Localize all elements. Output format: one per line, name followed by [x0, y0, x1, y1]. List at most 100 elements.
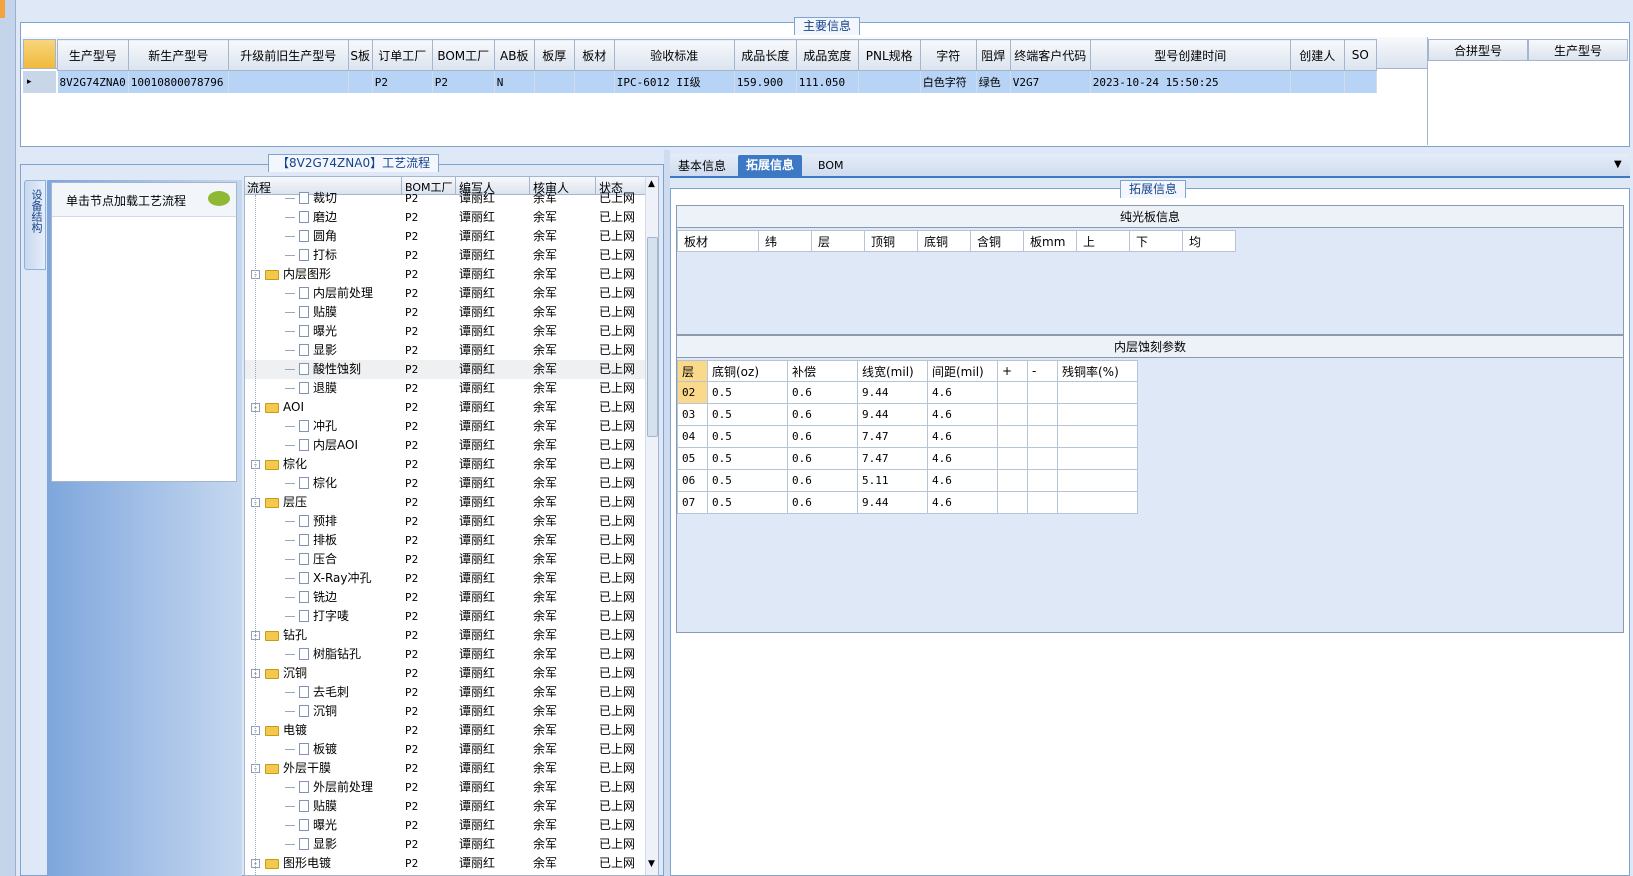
- etch-cell[interactable]: 9.44: [857, 403, 928, 426]
- process-tree-row[interactable]: - 图形电镀 P2 谭丽红 余军 已上网: [245, 854, 645, 873]
- etch-cell[interactable]: 9.44: [857, 491, 928, 514]
- process-tree-row[interactable]: 外层前处理 P2 谭丽红 余军 已上网: [245, 778, 645, 797]
- etch-row[interactable]: 03 0.5 0.6 9.44 4.6: [677, 403, 1138, 426]
- etch-cell[interactable]: 0.6: [787, 447, 858, 470]
- process-tree-row[interactable]: - AOI P2 谭丽红 余军 已上网: [245, 398, 645, 417]
- process-tree-row[interactable]: 贴膜 P2 谭丽红 余军 已上网: [245, 303, 645, 322]
- etch-cell[interactable]: 04: [677, 425, 708, 448]
- process-tree-row[interactable]: 棕化 P2 谭丽红 余军 已上网: [245, 474, 645, 493]
- main-col-header[interactable]: 生产型号: [57, 39, 129, 71]
- process-tree-row[interactable]: 显影 P2 谭丽红 余军 已上网: [245, 341, 645, 360]
- main-col-header[interactable]: 升级前旧生产型号: [227, 39, 349, 71]
- process-tree-row[interactable]: 铣边 P2 谭丽红 余军 已上网: [245, 588, 645, 607]
- tab-extended-info[interactable]: 拓展信息: [738, 155, 803, 177]
- main-col-header[interactable]: 成品长度: [733, 39, 797, 71]
- etch-cell[interactable]: 0.5: [707, 381, 788, 404]
- process-tree-row[interactable]: 圆角 P2 谭丽红 余军 已上网: [245, 227, 645, 246]
- etch-cell[interactable]: 03: [677, 403, 708, 426]
- etch-row[interactable]: 04 0.5 0.6 7.47 4.6: [677, 425, 1138, 448]
- etch-cell[interactable]: [997, 425, 1028, 448]
- process-tree-row[interactable]: - 钻孔 P2 谭丽红 余军 已上网: [245, 626, 645, 645]
- hint-header[interactable]: 单击节点加载工艺流程: [52, 183, 236, 217]
- main-cell[interactable]: [858, 70, 921, 93]
- etch-cell[interactable]: 0.5: [707, 425, 788, 448]
- etch-row[interactable]: 07 0.5 0.6 9.44 4.6: [677, 491, 1138, 514]
- etch-cell[interactable]: [997, 403, 1028, 426]
- main-cell[interactable]: 10010800078796: [128, 70, 229, 93]
- main-cell[interactable]: IPC-6012 II级: [614, 70, 735, 93]
- etch-cell[interactable]: 0.5: [707, 469, 788, 492]
- process-tree-row[interactable]: 显影 P2 谭丽红 余军 已上网: [245, 835, 645, 854]
- main-info-row[interactable]: 8V2G74ZNA0 10010800078796 P2 P2 N IPC-6012 II…: [57, 70, 1377, 93]
- main-cell[interactable]: 111.050: [796, 70, 859, 93]
- etch-cell[interactable]: 0.6: [787, 425, 858, 448]
- etch-cell[interactable]: 0.6: [787, 491, 858, 514]
- etch-cell[interactable]: 06: [677, 469, 708, 492]
- process-tree-row[interactable]: 曝光 P2 谭丽红 余军 已上网: [245, 322, 645, 341]
- tab-bom[interactable]: BOM: [814, 157, 848, 177]
- main-col-header[interactable]: PNL规格: [857, 39, 921, 71]
- main-col-header[interactable]: S板: [347, 39, 373, 71]
- etch-cell[interactable]: 0.6: [787, 381, 858, 404]
- process-tree-row[interactable]: 冲孔 P2 谭丽红 余军 已上网: [245, 417, 645, 436]
- process-tree-row[interactable]: 退膜 P2 谭丽红 余军 已上网: [245, 379, 645, 398]
- etch-cell[interactable]: 5.11: [857, 469, 928, 492]
- etch-cell[interactable]: [997, 381, 1028, 404]
- process-tree-row[interactable]: 预排 P2 谭丽红 余军 已上网: [245, 512, 645, 531]
- etch-cell[interactable]: [1027, 469, 1058, 492]
- process-tree-row[interactable]: 磨边 P2 谭丽红 余军 已上网: [245, 208, 645, 227]
- etch-cell[interactable]: 0.6: [787, 469, 858, 492]
- main-col-header[interactable]: 验收标准: [613, 39, 735, 71]
- process-tree-row[interactable]: 贴膜 P2 谭丽红 余军 已上网: [245, 797, 645, 816]
- scroll-down-arrow-icon[interactable]: ▼: [648, 859, 655, 869]
- process-tree-row[interactable]: - 外层干膜 P2 谭丽红 余军 已上网: [245, 759, 645, 778]
- main-col-header[interactable]: AB板: [493, 39, 535, 71]
- main-col-header[interactable]: 创建人: [1289, 39, 1345, 71]
- etch-cell[interactable]: 0.5: [707, 403, 788, 426]
- main-col-header[interactable]: SO: [1343, 39, 1377, 71]
- etch-cell[interactable]: 07: [677, 491, 708, 514]
- process-tree-row[interactable]: - 层压 P2 谭丽红 余军 已上网: [245, 493, 645, 512]
- etch-cell[interactable]: 9.44: [857, 381, 928, 404]
- etch-cell[interactable]: 0.5: [707, 491, 788, 514]
- process-tree-row[interactable]: 压合 P2 谭丽红 余军 已上网: [245, 550, 645, 569]
- process-tree-row[interactable]: 板镀 P2 谭丽红 余军 已上网: [245, 740, 645, 759]
- main-cell[interactable]: 159.900: [734, 70, 797, 93]
- etch-cell[interactable]: 4.6: [927, 491, 998, 514]
- main-col-header[interactable]: 成品宽度: [795, 39, 859, 71]
- scroll-thumb[interactable]: [647, 237, 658, 437]
- main-cell[interactable]: 8V2G74ZNA0: [57, 70, 129, 93]
- process-tree-row[interactable]: - 棕化 P2 谭丽红 余军 已上网: [245, 455, 645, 474]
- etch-row[interactable]: 05 0.5 0.6 7.47 4.6: [677, 447, 1138, 470]
- etch-cell[interactable]: [1027, 425, 1058, 448]
- main-col-header[interactable]: 型号创建时间: [1089, 39, 1291, 71]
- etch-row[interactable]: 06 0.5 0.6 5.11 4.6: [677, 469, 1138, 492]
- etch-cell[interactable]: 4.6: [927, 381, 998, 404]
- tab-dropdown-icon[interactable]: ▼: [1614, 159, 1622, 170]
- main-cell[interactable]: P2: [372, 70, 433, 93]
- process-tree-row[interactable]: 内层AOI P2 谭丽红 余军 已上网: [245, 436, 645, 455]
- process-tree-row[interactable]: - 沉铜 P2 谭丽红 余军 已上网: [245, 664, 645, 683]
- process-tree-row[interactable]: 沉铜 P2 谭丽红 余军 已上网: [245, 702, 645, 721]
- main-col-header[interactable]: 板厚: [533, 39, 575, 71]
- process-tree-row[interactable]: 曝光 P2 谭丽红 余军 已上网: [245, 816, 645, 835]
- main-cell[interactable]: [1344, 70, 1377, 93]
- main-col-header[interactable]: 字符: [919, 39, 977, 71]
- main-col-header[interactable]: 板材: [573, 39, 615, 71]
- etch-cell[interactable]: [1027, 381, 1058, 404]
- process-tree-row[interactable]: - 电镀 P2 谭丽红 余军 已上网: [245, 721, 645, 740]
- etch-row[interactable]: 02 0.5 0.6 9.44 4.6: [677, 381, 1138, 404]
- process-tree-row[interactable]: 打标 P2 谭丽红 余军 已上网: [245, 246, 645, 265]
- process-tree-row[interactable]: 排板 P2 谭丽红 余军 已上网: [245, 531, 645, 550]
- main-cell[interactable]: [574, 70, 615, 93]
- grid-corner[interactable]: [23, 39, 56, 69]
- main-cell[interactable]: P2: [432, 70, 495, 93]
- process-tree-row[interactable]: 打字唛 P2 谭丽红 余军 已上网: [245, 607, 645, 626]
- etch-cell[interactable]: [1057, 447, 1138, 470]
- side-tab[interactable]: 设备结构: [24, 180, 46, 270]
- etch-cell[interactable]: [997, 469, 1028, 492]
- main-cell[interactable]: [228, 70, 349, 93]
- etch-cell[interactable]: [997, 447, 1028, 470]
- etch-cell[interactable]: 0.6: [787, 403, 858, 426]
- main-cell[interactable]: N: [494, 70, 535, 93]
